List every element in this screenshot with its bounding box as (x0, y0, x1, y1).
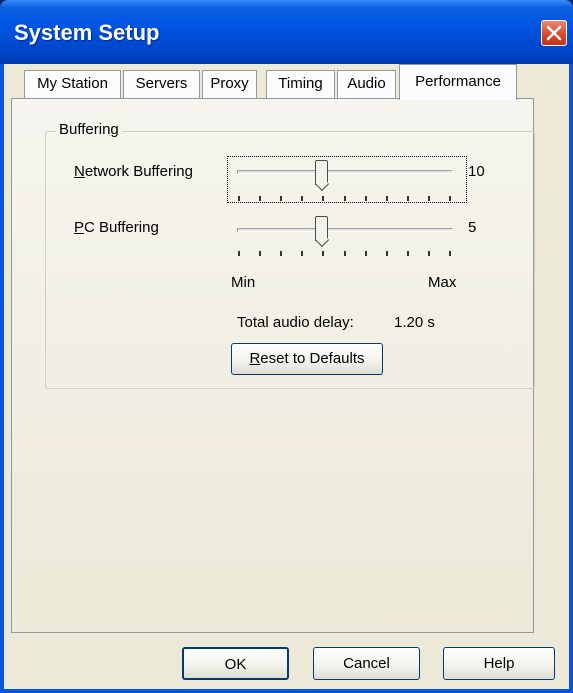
network-buffering-tick (428, 196, 430, 201)
network-buffering-thumb[interactable] (315, 160, 328, 185)
pc-buffering-tick (386, 251, 388, 256)
network-buffering-focus-rect (227, 156, 467, 203)
system-setup-window: System Setup My Station Servers Proxy Ti… (0, 0, 573, 693)
network-buffering-label-text: etwork Buffering (84, 163, 193, 180)
total-audio-delay-label: Total audio delay: (237, 314, 354, 331)
network-buffering-label: Network Buffering (74, 163, 193, 180)
pc-buffering-label-text: C Buffering (84, 219, 159, 236)
network-buffering-value: 10 (468, 163, 485, 180)
pc-buffering-tick (322, 251, 324, 256)
reset-button-label: eset to Defaults (260, 350, 365, 367)
tab-timing[interactable]: Timing (266, 70, 335, 98)
pc-buffering-thumb[interactable] (315, 216, 328, 241)
pc-buffering-tick (238, 251, 240, 256)
buffering-group-label: Buffering (56, 121, 122, 138)
network-buffering-tick (344, 196, 346, 201)
network-buffering-tick (407, 196, 409, 201)
window-title: System Setup (14, 20, 160, 45)
total-audio-delay-value: 1.20 s (394, 314, 435, 331)
network-buffering-tick (322, 196, 324, 201)
network-buffering-tick (386, 196, 388, 201)
pc-buffering-tick (259, 251, 261, 256)
network-buffering-tick (259, 196, 261, 201)
reset-to-defaults-button[interactable]: Reset to Defaults (231, 343, 383, 375)
scale-max-label: Max (428, 274, 457, 291)
network-buffering-access-key: N (74, 163, 85, 180)
network-buffering-tick (449, 196, 451, 201)
tab-audio[interactable]: Audio (337, 70, 396, 98)
cancel-button[interactable]: Cancel (313, 647, 420, 680)
tab-my-station[interactable]: My Station (24, 70, 121, 98)
ok-button[interactable]: OK (182, 647, 289, 680)
window-frame-right (569, 64, 573, 693)
tab-proxy[interactable]: Proxy (202, 70, 257, 98)
pc-buffering-tick (407, 251, 409, 256)
pc-buffering-tick (428, 251, 430, 256)
network-buffering-tick (365, 196, 367, 201)
title-bar[interactable]: System Setup (0, 0, 573, 64)
pc-buffering-tick (301, 251, 303, 256)
network-buffering-tick (301, 196, 303, 201)
pc-buffering-tick (280, 251, 282, 256)
reset-access-key: R (249, 350, 261, 367)
pc-buffering-tick (365, 251, 367, 256)
pc-buffering-label: PC Buffering (74, 219, 159, 236)
network-buffering-track (237, 170, 453, 174)
pc-buffering-access-key: P (74, 219, 85, 236)
network-buffering-tick (280, 196, 282, 201)
pc-buffering-value: 5 (468, 219, 477, 236)
network-buffering-tick (238, 196, 240, 201)
tab-performance[interactable]: Performance (399, 64, 517, 100)
scale-min-label: Min (231, 274, 256, 291)
tab-servers[interactable]: Servers (123, 70, 200, 98)
help-button[interactable]: Help (443, 647, 555, 680)
window-frame-bottom (0, 689, 573, 693)
pc-buffering-track (237, 228, 453, 232)
close-icon (546, 25, 562, 41)
pc-buffering-tick (344, 251, 346, 256)
close-button[interactable] (541, 20, 567, 46)
pc-buffering-tick (449, 251, 451, 256)
